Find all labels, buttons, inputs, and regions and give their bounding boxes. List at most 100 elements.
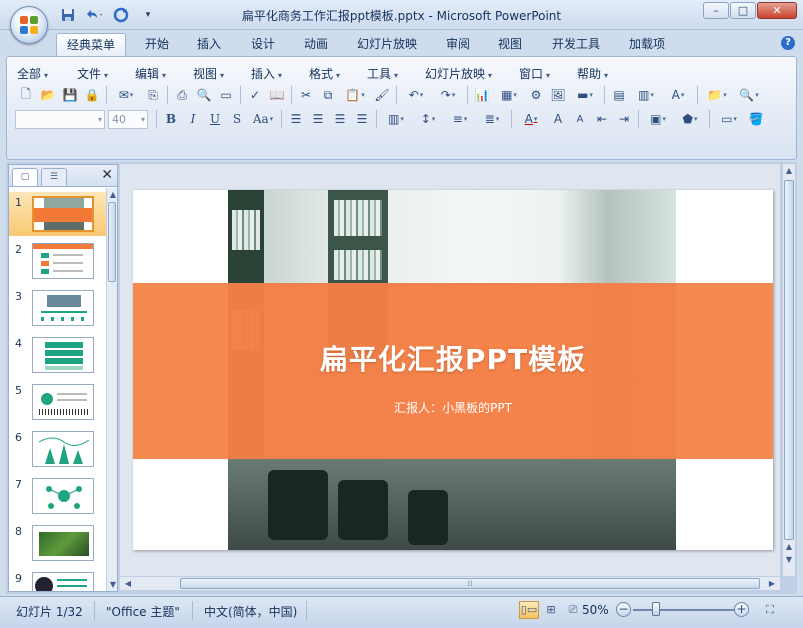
chart-icon[interactable]: 📊 bbox=[471, 85, 493, 105]
font-size-combo[interactable]: 40 ▾ bbox=[108, 109, 148, 129]
zoom-slider-track[interactable] bbox=[633, 609, 737, 611]
next-slide-icon[interactable]: ▼ bbox=[783, 553, 795, 566]
shadow-button[interactable]: S bbox=[226, 109, 248, 129]
scroll-up-icon[interactable]: ▲ bbox=[783, 164, 795, 177]
copy-icon[interactable]: ⧉ bbox=[317, 85, 339, 105]
thumbnails-scrollbar[interactable]: ▲ ▼ bbox=[106, 188, 117, 591]
align-center-icon[interactable]: ☰ bbox=[307, 109, 329, 129]
zoom-in-button[interactable]: + bbox=[734, 602, 749, 617]
new-slide-icon[interactable]: ▤ bbox=[608, 85, 630, 105]
shrink-font-icon[interactable]: A bbox=[569, 109, 591, 129]
folder-icon[interactable]: 📁 ▾ bbox=[701, 85, 733, 105]
slide-thumbnail[interactable]: 8 bbox=[9, 521, 107, 565]
menu-window[interactable]: 窗口 ▾ bbox=[519, 65, 550, 82]
fit-to-window-icon[interactable]: ⛶ bbox=[760, 601, 780, 619]
spelling-icon[interactable]: ✓ bbox=[244, 85, 266, 105]
bullets-icon[interactable]: ≣ ▾ bbox=[476, 109, 508, 129]
format-painter-icon[interactable]: 🖌 bbox=[371, 85, 393, 105]
menu-slideshow[interactable]: 幻灯片放映 ▾ bbox=[425, 65, 492, 82]
help-icon[interactable]: ? bbox=[781, 36, 795, 50]
slide-thumbnail[interactable]: 5 bbox=[9, 380, 107, 424]
line-spacing-icon[interactable]: ↕ ▾ bbox=[412, 109, 444, 129]
slide-canvas[interactable]: 扁平化汇报PPT模板 汇报人：小黑板的PPT bbox=[133, 190, 773, 550]
shape-fill-icon[interactable]: 🪣 bbox=[745, 109, 767, 129]
menu-format[interactable]: 格式 ▾ bbox=[309, 65, 340, 82]
menu-edit[interactable]: 编辑 ▾ bbox=[135, 65, 166, 82]
print-preview-icon[interactable]: 🔍 bbox=[193, 85, 215, 105]
grow-font-icon[interactable]: A bbox=[547, 109, 569, 129]
theme-name[interactable]: "Office 主题" bbox=[106, 603, 180, 620]
redo-icon[interactable]: ↷ ▾ bbox=[432, 85, 464, 105]
table-icon[interactable]: ▦ ▾ bbox=[493, 85, 525, 105]
slide-thumbnail[interactable]: 2 bbox=[9, 239, 107, 283]
slideshow-view-button[interactable]: ⎚ bbox=[563, 601, 583, 619]
save-icon[interactable]: 💾 bbox=[59, 85, 81, 105]
tab-view[interactable]: 视图 bbox=[489, 33, 531, 56]
new-icon[interactable]: 🗋 bbox=[15, 85, 37, 105]
justify-icon[interactable]: ☰ bbox=[351, 109, 373, 129]
office-button[interactable] bbox=[10, 6, 48, 44]
publish-icon[interactable]: ⎘ bbox=[142, 85, 164, 105]
language-indicator[interactable]: 中文(简体，中国) bbox=[204, 603, 297, 620]
open-icon[interactable]: 📂 bbox=[37, 85, 59, 105]
permission-icon[interactable]: 🔒 bbox=[81, 85, 103, 105]
slide-subtitle[interactable]: 汇报人：小黑板的PPT bbox=[133, 399, 773, 416]
tab-slideshow[interactable]: 幻灯片放映 bbox=[350, 33, 424, 56]
maximize-button[interactable]: □ bbox=[730, 2, 756, 19]
find-icon[interactable]: 🔍 ▾ bbox=[733, 85, 765, 105]
menu-insert[interactable]: 插入 ▾ bbox=[251, 65, 282, 82]
menu-view[interactable]: 视图 ▾ bbox=[193, 65, 224, 82]
scroll-left-icon[interactable]: ◀ bbox=[122, 577, 134, 590]
tab-insert[interactable]: 插入 bbox=[188, 33, 230, 56]
align-left-icon[interactable]: ☰ bbox=[285, 109, 307, 129]
increase-indent-icon[interactable]: ⇥ bbox=[613, 109, 635, 129]
tab-addins[interactable]: 加载项 bbox=[619, 33, 675, 56]
zoom-slider-handle[interactable] bbox=[652, 602, 660, 616]
slide-thumbnail[interactable]: 6 bbox=[9, 427, 107, 471]
scroll-thumb[interactable] bbox=[108, 202, 116, 282]
tab-design[interactable]: 设计 bbox=[242, 33, 284, 56]
menu-file[interactable]: 文件 ▾ bbox=[77, 65, 108, 82]
underline-button[interactable]: U bbox=[204, 109, 226, 129]
outline-tab[interactable]: ☰ bbox=[41, 168, 67, 186]
change-case-button[interactable]: Aa ▾ bbox=[248, 109, 278, 129]
close-pane-icon[interactable]: ✕ bbox=[101, 167, 113, 183]
tab-developer[interactable]: 开发工具 bbox=[544, 33, 608, 56]
align-right-icon[interactable]: ☰ bbox=[329, 109, 351, 129]
undo-icon[interactable]: ↶ ▾ bbox=[400, 85, 432, 105]
slide-thumbnail[interactable]: 3 bbox=[9, 286, 107, 330]
columns-icon[interactable]: ▥ ▾ bbox=[380, 109, 412, 129]
tab-animation[interactable]: 动画 bbox=[295, 33, 337, 56]
email-icon[interactable]: ✉ ▾ bbox=[110, 85, 142, 105]
insert-object-icon[interactable]: ⚙ bbox=[525, 85, 547, 105]
tab-classic-menu[interactable]: 经典菜单 bbox=[56, 33, 126, 56]
print-icon[interactable]: ⎙ bbox=[171, 85, 193, 105]
bold-button[interactable]: B bbox=[160, 109, 182, 129]
close-button[interactable]: ✕ bbox=[757, 2, 797, 19]
slide-thumbnail[interactable]: 1 bbox=[9, 192, 107, 236]
numbering-icon[interactable]: ≡ ▾ bbox=[444, 109, 476, 129]
slide-thumbnail[interactable]: 7 bbox=[9, 474, 107, 518]
menu-all[interactable]: 全部 ▾ bbox=[17, 65, 48, 82]
arrange-icon[interactable]: ▣ ▾ bbox=[642, 109, 674, 129]
slide-sorter-button[interactable]: ⊞ bbox=[541, 601, 561, 619]
zoom-level[interactable]: 50% bbox=[582, 603, 609, 617]
paste-icon[interactable]: 📋 ▾ bbox=[339, 85, 371, 105]
italic-button[interactable]: I bbox=[182, 109, 204, 129]
scroll-down-icon[interactable]: ▼ bbox=[107, 578, 119, 591]
previous-slide-icon[interactable]: ▲ bbox=[783, 540, 795, 553]
tab-home[interactable]: 开始 bbox=[136, 33, 178, 56]
color-grayscale-icon[interactable]: ▬ ▾ bbox=[569, 85, 601, 105]
scroll-thumb[interactable]: ⁞⁞ bbox=[180, 578, 760, 589]
slide-scrollbar[interactable]: ▲ ▲ ▼ bbox=[782, 164, 795, 576]
cut-icon[interactable]: ✂ bbox=[295, 85, 317, 105]
slide-title[interactable]: 扁平化汇报PPT模板 bbox=[133, 338, 773, 378]
font-name-combo[interactable]: ▾ bbox=[15, 109, 105, 129]
normal-view-button[interactable]: ▯▭ bbox=[519, 601, 539, 619]
slide-thumbnail[interactable]: 9 bbox=[9, 568, 107, 591]
scroll-up-icon[interactable]: ▲ bbox=[107, 188, 119, 201]
decrease-indent-icon[interactable]: ⇤ bbox=[591, 109, 613, 129]
minimize-button[interactable]: – bbox=[703, 2, 729, 19]
picture-icon[interactable]: 🖼 bbox=[547, 85, 569, 105]
slide-thumbnail[interactable]: 4 bbox=[9, 333, 107, 377]
